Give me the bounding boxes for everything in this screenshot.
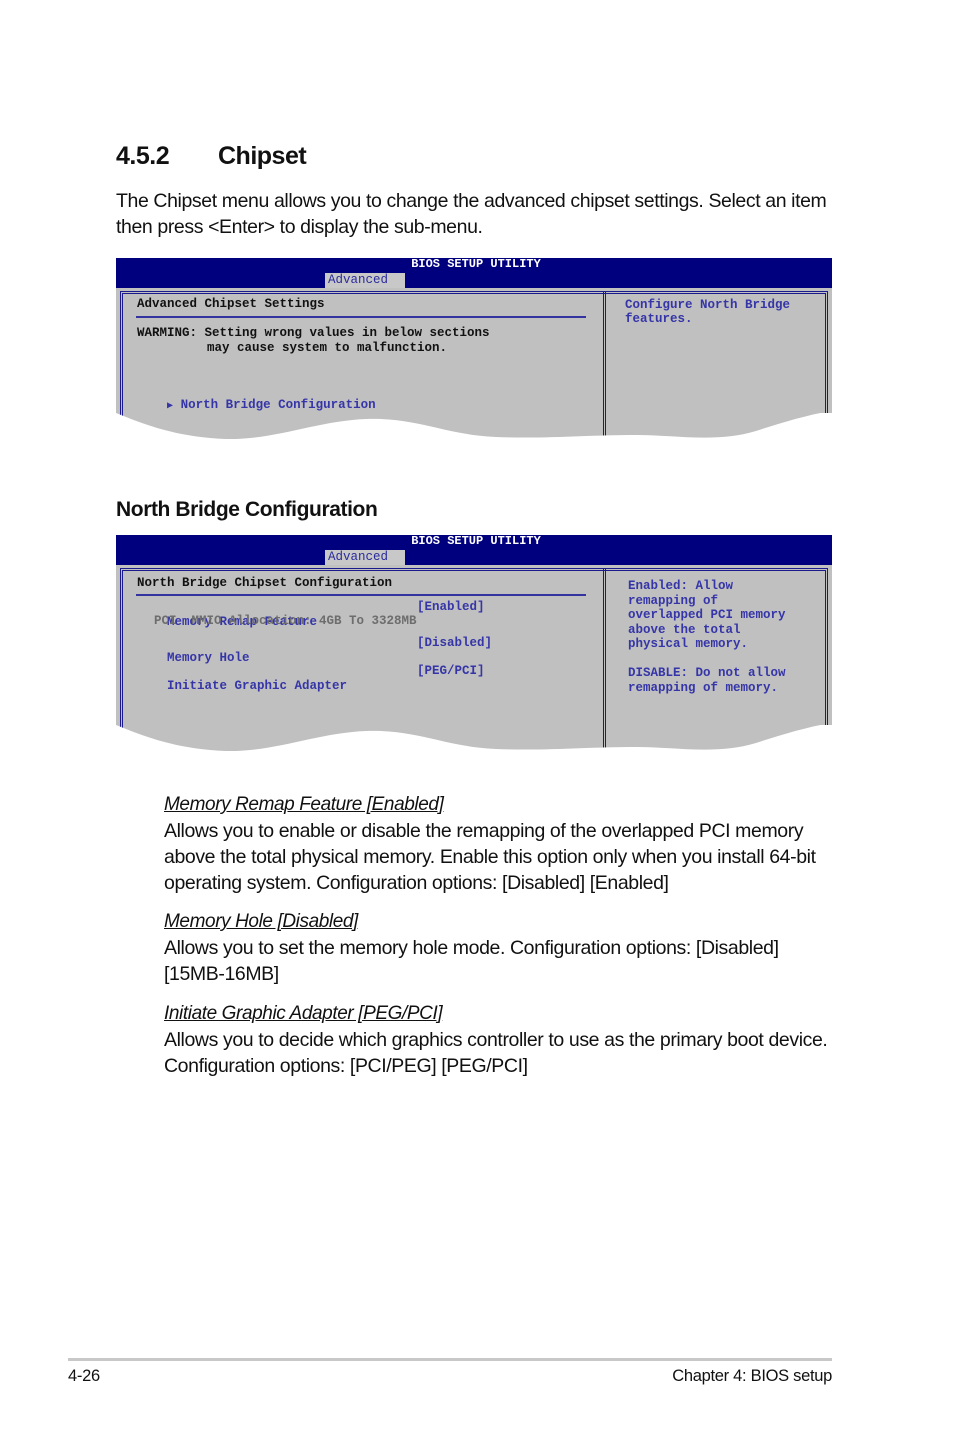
tab-advanced[interactable]: Advanced: [325, 550, 405, 565]
footer-rule: [68, 1358, 832, 1361]
bios-screen-north-bridge: BIOS SETUP UTILITY Advanced North Bridge…: [116, 535, 832, 760]
description-graphic-adapter: Initiate Graphic Adapter [PEG/PCI] Allow…: [164, 1001, 844, 1079]
setting-graphic-adapter[interactable]: Initiate Graphic Adapter: [137, 664, 347, 708]
tab-advanced[interactable]: Advanced: [325, 273, 405, 288]
section-name: Chipset: [218, 142, 307, 170]
bios-header: BIOS SETUP UTILITY Advanced: [116, 258, 832, 288]
setting-label: Initiate Graphic Adapter: [167, 678, 348, 693]
help-line: physical memory.: [628, 637, 749, 651]
panel-title: North Bridge Chipset Configuration: [137, 576, 393, 590]
help-line: DISABLE: Do not allow: [628, 666, 786, 680]
description-heading: Memory Remap Feature [Enabled]: [164, 794, 444, 815]
subsection-title: North Bridge Configuration: [116, 498, 378, 521]
title-underline: [136, 316, 586, 318]
description-memory-hole: Memory Hole [Disabled] Allows you to set…: [164, 909, 844, 987]
bios-title: BIOS SETUP UTILITY: [411, 258, 541, 271]
help-line: remapping of: [628, 593, 719, 608]
section-number: 4.5.2: [116, 142, 170, 170]
description-body: Allows you to decide which graphics cont…: [164, 1029, 828, 1077]
description-memory-remap: Memory Remap Feature [Enabled] Allows yo…: [164, 792, 844, 896]
description-heading: Initiate Graphic Adapter [PEG/PCI]: [164, 1003, 443, 1024]
warning-line-1: WARMING: Setting wrong values in below s…: [137, 326, 490, 340]
mmio-info: PCI MMIO Allocation: 4GB To 3328MB: [154, 614, 417, 628]
title-underline: [136, 594, 586, 596]
help-line: overlapped PCI memory: [628, 608, 786, 622]
panel-divider: [603, 291, 610, 448]
description-body: Allows you to set the memory hole mode. …: [164, 937, 779, 985]
warning-line-2: may cause system to malfunction.: [207, 341, 448, 355]
help-line-1: Configure North Bridge: [625, 298, 791, 312]
help-line: above the total: [628, 622, 741, 637]
bios-header: BIOS SETUP UTILITY Advanced: [116, 535, 832, 565]
description-heading: Memory Hole [Disabled]: [164, 911, 358, 932]
setting-value-graphic-adapter[interactable]: [PEG/PCI]: [417, 664, 485, 679]
setting-label: Memory Hole: [167, 650, 250, 665]
panel-title: Advanced Chipset Settings: [137, 297, 325, 311]
page-number: 4-26: [68, 1367, 100, 1385]
menu-item-label: North Bridge Configuration: [180, 397, 376, 412]
chapter-title: Chapter 4: BIOS setup: [672, 1367, 832, 1385]
setting-value-memory-hole[interactable]: [Disabled]: [417, 636, 492, 651]
description-body: Allows you to enable or disable the rema…: [164, 820, 816, 894]
menu-item-north-bridge[interactable]: ▶ North Bridge Configuration: [137, 383, 376, 429]
help-line-2: features.: [625, 312, 693, 326]
help-line: remapping of memory.: [628, 680, 779, 695]
bios-screen-chipset: BIOS SETUP UTILITY Advanced Advanced Chi…: [116, 258, 832, 448]
help-line: Enabled: Allow: [628, 579, 734, 593]
panel-divider: [603, 568, 610, 760]
section-title: 4.5.2 Chipset: [116, 142, 307, 171]
submenu-arrow-icon: ▶: [167, 400, 174, 412]
setting-value-memory-remap[interactable]: [Enabled]: [417, 600, 485, 615]
intro-paragraph: The Chipset menu allows you to change th…: [116, 190, 827, 238]
bios-title: BIOS SETUP UTILITY: [411, 535, 541, 548]
